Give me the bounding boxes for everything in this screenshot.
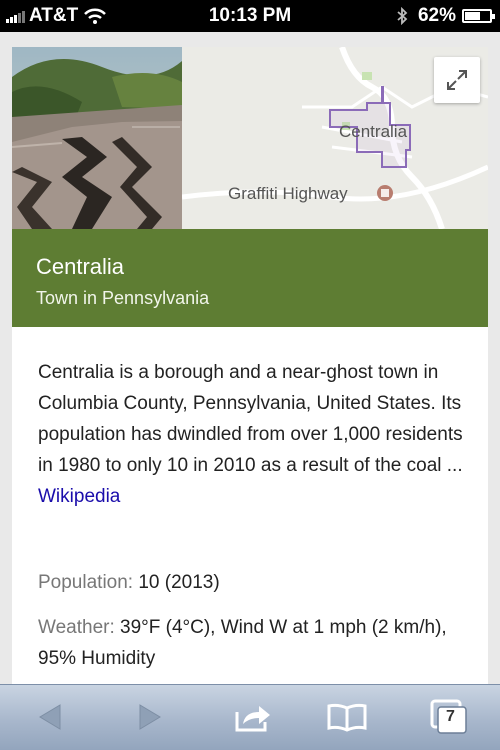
forward-arrow-icon bbox=[139, 704, 161, 730]
status-bar: AT&T 10:13 PM 62% bbox=[0, 0, 500, 32]
knowledge-card: Centralia Graffiti Highway Centralia Tow… bbox=[12, 47, 488, 687]
map-thumbnail[interactable]: Centralia Graffiti Highway bbox=[182, 47, 488, 229]
title-band: Centralia Town in Pennsylvania bbox=[12, 229, 488, 327]
forward-button[interactable] bbox=[128, 695, 172, 739]
share-button[interactable] bbox=[228, 695, 278, 739]
tabs-button[interactable]: 7 bbox=[424, 695, 474, 739]
centralia-road-photo[interactable] bbox=[12, 47, 182, 229]
entity-subtitle: Town in Pennsylvania bbox=[36, 288, 210, 308]
fact-label: Population: bbox=[38, 572, 134, 593]
bookmarks-icon bbox=[327, 703, 367, 732]
back-button[interactable] bbox=[28, 695, 72, 739]
bluetooth-icon bbox=[397, 7, 408, 25]
battery-percent: 62% bbox=[417, 5, 456, 26]
fact-value: 10 (2013) bbox=[133, 572, 220, 593]
fact-population: Population: 10 (2013) bbox=[38, 567, 458, 598]
bookmarks-button[interactable] bbox=[322, 695, 372, 739]
fact-label: Weather: bbox=[38, 617, 115, 638]
share-icon bbox=[235, 706, 270, 732]
fact-weather: Weather: 39°F (4°C), Wind W at 1 mph (2 … bbox=[38, 612, 458, 674]
map-label-poi: Graffiti Highway bbox=[228, 184, 348, 203]
tab-count: 7 bbox=[446, 708, 455, 725]
browser-toolbar: 7 bbox=[0, 684, 500, 750]
battery-icon bbox=[462, 9, 495, 23]
back-arrow-icon bbox=[39, 704, 61, 730]
expand-icon bbox=[447, 70, 467, 90]
status-right: 62% bbox=[396, 5, 495, 27]
wikipedia-link[interactable]: Wikipedia bbox=[38, 481, 120, 512]
entity-title[interactable]: Centralia bbox=[36, 253, 464, 281]
battery-fill bbox=[465, 12, 480, 20]
expand-map-button[interactable] bbox=[434, 57, 480, 103]
entity-description: Centralia is a borough and a near-ghost … bbox=[38, 357, 468, 512]
map-label-town: Centralia bbox=[339, 122, 408, 141]
description-text: Centralia is a borough and a near-ghost … bbox=[38, 362, 463, 476]
